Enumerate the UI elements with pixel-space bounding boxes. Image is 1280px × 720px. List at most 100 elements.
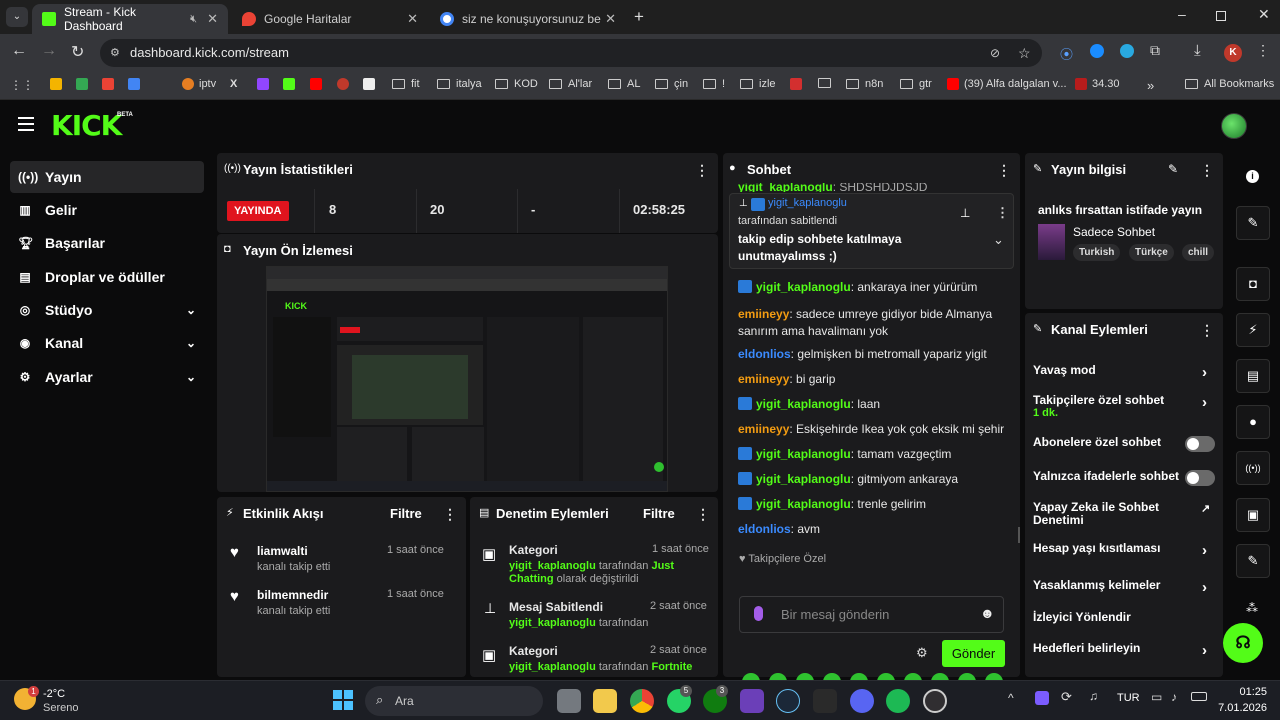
tray-sync-icon[interactable]: ⟳ xyxy=(1061,689,1072,705)
chat-username[interactable]: emiineyy xyxy=(738,422,789,436)
chrome-icon[interactable] xyxy=(630,689,654,713)
chat-settings-icon[interactable]: ⚙︎ xyxy=(916,645,928,661)
clock-time[interactable]: 01:25 xyxy=(1227,686,1267,698)
chat-username[interactable]: yigit_kaplanoglu xyxy=(756,472,851,486)
tab-google-search[interactable]: siz ne konuşuyorsunuz be anası ✕ xyxy=(430,4,626,34)
chat-username[interactable]: yigit_kaplanoglu xyxy=(756,280,851,294)
chevron-down-icon[interactable]: ⌄ xyxy=(993,232,1004,248)
bookmarks-more-icon[interactable]: » xyxy=(1147,78,1154,93)
unpin-icon[interactable]: ⊥ xyxy=(960,206,970,220)
bookmark-folder-allar[interactable]: Al'lar xyxy=(549,78,592,90)
file-explorer-icon[interactable] xyxy=(593,689,617,713)
bookmark-3430[interactable]: 34.30 xyxy=(1075,78,1120,90)
channel-action-row[interactable]: Yapay Zeka ile Sohbet Denetimi ↗ xyxy=(1033,501,1213,527)
stream-preview-video[interactable]: KICK xyxy=(266,266,668,492)
sidebar-item-gelir[interactable]: ▥ Gelir xyxy=(10,194,204,226)
apps-grid-icon[interactable]: ⋮⋮ xyxy=(10,78,34,92)
kick-logo[interactable]: KICK xyxy=(51,109,122,142)
tab-search-button[interactable]: ⌄ xyxy=(6,7,28,27)
windows-start-icon[interactable] xyxy=(333,690,353,710)
steam-icon[interactable] xyxy=(776,689,800,713)
sidebar-item-basarilar[interactable]: 🏆︎ Başarılar xyxy=(10,227,204,259)
bookmark-ublock-icon[interactable] xyxy=(337,78,354,90)
rail-edit-button[interactable]: ✎ xyxy=(1236,206,1270,240)
share-icon[interactable]: ⁂ xyxy=(1246,601,1258,615)
channel-action-row[interactable]: Yalnızca ifadelerle sohbet xyxy=(1033,470,1215,486)
sidebar-item-ayarlar[interactable]: ⚙︎ Ayarlar ⌄ xyxy=(10,361,204,393)
extension-audio-icon[interactable]: ⦿ xyxy=(1060,44,1074,62)
channel-action-row[interactable]: Yasaklanmış kelimeler › xyxy=(1033,579,1213,597)
bookmark-youtube-alfa[interactable]: (39) Alfa dalgalan v... xyxy=(947,78,1067,90)
rail-tools-button[interactable]: ✎ xyxy=(1236,544,1270,578)
toggle-switch[interactable] xyxy=(1185,470,1215,486)
browser-menu-icon[interactable]: ⋮ xyxy=(1256,42,1270,59)
panel-menu-icon[interactable]: ⋮ xyxy=(997,162,1011,179)
bookmark-tv-icon[interactable] xyxy=(363,78,380,90)
hamburger-menu-icon[interactable] xyxy=(18,117,34,131)
event-username[interactable]: liamwalti xyxy=(257,544,308,558)
bookmark-folder-blank[interactable] xyxy=(818,78,837,88)
chat-username[interactable]: yigit_kaplanoglu xyxy=(756,497,851,511)
edit-pencil-icon[interactable]: ✎ xyxy=(1168,162,1178,176)
obs-icon[interactable] xyxy=(923,689,947,713)
toggle-switch[interactable] xyxy=(1185,436,1215,452)
moderator-username[interactable]: yigit_kaplanoglu xyxy=(509,617,596,629)
panel-menu-icon[interactable]: ⋮ xyxy=(1200,162,1214,179)
bookmark-gmail-icon[interactable] xyxy=(102,78,119,90)
send-button[interactable]: Gönder xyxy=(942,640,1005,667)
bookmark-photos-icon[interactable] xyxy=(50,78,67,90)
chat-username[interactable]: emiineyy xyxy=(738,307,789,321)
discord-icon[interactable] xyxy=(850,689,874,713)
tab-kick-dashboard[interactable]: Stream - Kick Dashboard 🔇︎ ✕ xyxy=(32,4,228,34)
clock-date[interactable]: 7.01.2026 xyxy=(1214,702,1267,714)
sidebar-item-yayin[interactable]: ((•)) Yayın xyxy=(10,161,204,193)
tag-turkish[interactable]: Turkish xyxy=(1073,244,1121,261)
spotify-icon[interactable] xyxy=(886,689,910,713)
tray-mic-icon[interactable]: ♫ xyxy=(1089,689,1098,703)
moderator-username[interactable]: yigit_kaplanoglu xyxy=(509,560,596,572)
close-tab-icon[interactable]: ✕ xyxy=(407,11,418,27)
minimize-button[interactable]: – xyxy=(1178,6,1186,22)
bookmark-twitch-icon[interactable] xyxy=(257,78,274,90)
panel-menu-icon[interactable]: ⋮ xyxy=(1200,322,1214,339)
rail-moderation-button[interactable]: ▤ xyxy=(1236,359,1270,393)
close-window-button[interactable]: ✕ xyxy=(1258,6,1270,23)
channel-action-row[interactable]: Hesap yaşı kısıtlaması › xyxy=(1033,542,1213,560)
bookmark-youtube-icon[interactable] xyxy=(310,78,327,90)
rail-preview-button[interactable]: ◘ xyxy=(1236,267,1270,301)
chat-username[interactable]: eldonlios xyxy=(738,347,791,361)
tray-app-icon[interactable] xyxy=(1035,691,1049,705)
bookmark-folder-italya[interactable]: italya xyxy=(437,78,482,90)
user-avatar[interactable] xyxy=(1221,113,1247,139)
bookmark-folder-fit[interactable]: fit xyxy=(392,78,420,90)
back-arrow-icon[interactable]: ← xyxy=(11,42,27,60)
bookmark-folder-al[interactable]: AL xyxy=(608,78,640,90)
tag-turkce[interactable]: Türkçe xyxy=(1129,244,1174,261)
panel-menu-icon[interactable]: ⋮ xyxy=(443,506,457,523)
bookmark-folder-excl[interactable]: ! xyxy=(703,78,725,90)
channel-action-row[interactable]: Abonelere özel sohbet xyxy=(1033,436,1215,452)
bookmark-iptv[interactable]: iptv xyxy=(182,78,216,90)
chat-username[interactable]: eldonlios xyxy=(738,522,791,536)
epic-games-icon[interactable] xyxy=(813,689,837,713)
weather-widget[interactable]: 1 -2°C Sereno xyxy=(14,686,124,716)
pinned-message[interactable]: ⊥ yigit_kaplanoglu tarafından sabitlendi… xyxy=(729,193,1014,269)
tray-chevron-up-icon[interactable]: ^ xyxy=(1008,691,1014,705)
chat-username[interactable]: yigit_kaplanoglu xyxy=(756,397,851,411)
battery-icon[interactable] xyxy=(1191,692,1207,701)
mute-icon[interactable]: 🔇︎ xyxy=(190,13,197,26)
bookmark-maps-icon[interactable] xyxy=(76,78,93,90)
restore-button[interactable] xyxy=(1216,11,1226,21)
address-bar[interactable]: ⚙︎ dashboard.kick.com/stream ⊘ ☆ xyxy=(100,39,1042,67)
channel-action-row[interactable]: Hedefleri belirleyin › xyxy=(1033,642,1213,660)
eye-off-icon[interactable]: ⊘ xyxy=(990,39,1000,67)
bookmark-kick-icon[interactable] xyxy=(283,78,300,90)
bookmark-folder-kod[interactable]: KOD xyxy=(495,78,538,90)
bookmark-folder-gtr[interactable]: gtr xyxy=(900,78,932,90)
sidebar-item-droplar[interactable]: ▤ Droplar ve ödüller xyxy=(10,261,204,293)
extension-shazam-icon[interactable] xyxy=(1090,44,1104,58)
rail-chat-button[interactable]: ● xyxy=(1236,405,1270,439)
language-indicator[interactable]: TUR xyxy=(1117,692,1140,704)
panel-menu-icon[interactable]: ⋮ xyxy=(696,506,710,523)
bookmark-pdf-icon[interactable] xyxy=(790,78,807,90)
